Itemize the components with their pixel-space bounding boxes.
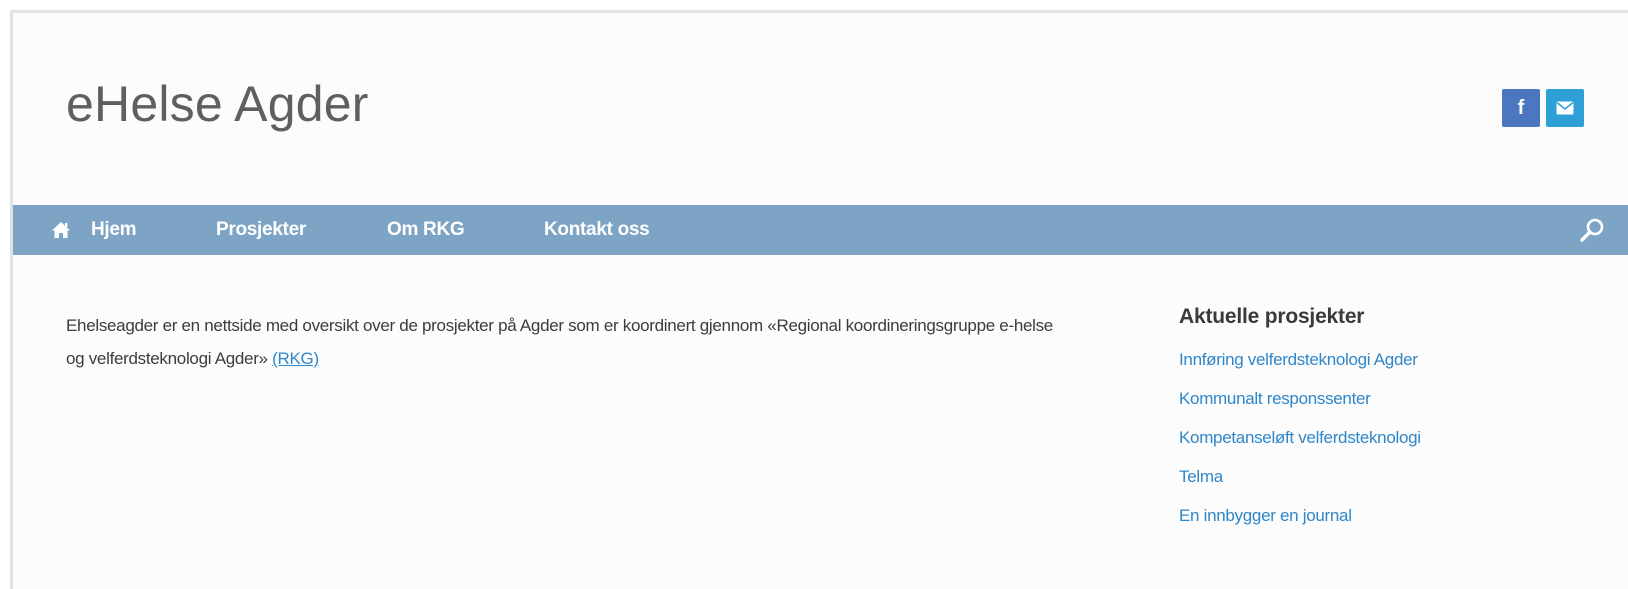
- search-icon[interactable]: [1578, 216, 1606, 244]
- home-icon: [52, 222, 70, 238]
- project-link[interactable]: Kompetanseløft velferdsteknologi: [1179, 428, 1421, 447]
- social-links: f: [1502, 89, 1584, 127]
- nav-item-prosjekter[interactable]: Prosjekter: [216, 205, 306, 255]
- project-list: Innføring velferdsteknologi Agder Kommun…: [1179, 349, 1599, 544]
- list-item: Innføring velferdsteknologi Agder: [1179, 349, 1599, 388]
- facebook-icon: f: [1517, 97, 1525, 119]
- email-icon: [1556, 101, 1574, 115]
- rkg-link[interactable]: (RKG): [272, 349, 319, 368]
- site-title[interactable]: eHelse Agder: [66, 75, 369, 133]
- email-button[interactable]: [1546, 89, 1584, 127]
- list-item: Kompetanseløft velferdsteknologi: [1179, 427, 1599, 466]
- list-item: Telma: [1179, 466, 1599, 505]
- nav-item-label: Prosjekter: [216, 219, 306, 240]
- main-navigation: Hjem Prosjekter Om RKG Kontakt oss: [13, 205, 1628, 255]
- nav-item-kontakt-oss[interactable]: Kontakt oss: [544, 205, 650, 255]
- nav-item-hjem[interactable]: Hjem: [51, 205, 137, 255]
- facebook-button[interactable]: f: [1502, 89, 1540, 127]
- nav-item-label: Kontakt oss: [544, 219, 650, 240]
- sidebar: Aktuelle prosjekter Innføring velferdste…: [1179, 305, 1599, 544]
- nav-item-label: Om RKG: [387, 219, 465, 240]
- project-link[interactable]: En innbygger en journal: [1179, 506, 1352, 525]
- nav-item-om-rkg[interactable]: Om RKG: [387, 205, 465, 255]
- intro-text: Ehelseagder er en nettside med oversikt …: [66, 316, 1053, 368]
- nav-item-label: Hjem: [91, 219, 137, 240]
- project-link[interactable]: Telma: [1179, 467, 1223, 486]
- project-link[interactable]: Kommunalt responssenter: [1179, 389, 1371, 408]
- intro-paragraph: Ehelseagder er en nettside med oversikt …: [66, 309, 1066, 375]
- sidebar-title: Aktuelle prosjekter: [1179, 305, 1365, 328]
- list-item: Kommunalt responssenter: [1179, 388, 1599, 427]
- page-frame: eHelse Agder f Hjem Prosjekter Om RKG Ko: [10, 10, 1628, 589]
- list-item: En innbygger en journal: [1179, 505, 1599, 544]
- project-link[interactable]: Innføring velferdsteknologi Agder: [1179, 350, 1418, 369]
